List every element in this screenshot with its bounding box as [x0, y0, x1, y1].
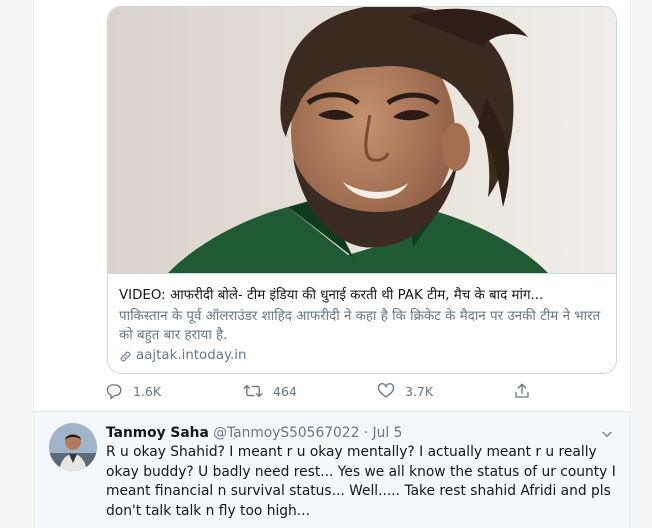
- page-background-right: [632, 0, 652, 528]
- share-button[interactable]: [513, 382, 541, 400]
- reply-text: R u okay Shahid? I meant r u okay mental…: [106, 444, 616, 519]
- card-description: पाकिस्तान के पूर्व ऑलराउंडर शाहिद आफरीदी…: [119, 309, 601, 343]
- tweet-actions: 1.6K 464 3.7K: [105, 382, 565, 406]
- like-icon: [377, 383, 395, 398]
- reply-tweet[interactable]: Tanmoy Saha @TanmoyS50567022 · Jul 5 R u…: [34, 412, 630, 528]
- reply-header: Tanmoy Saha @TanmoyS50567022 · Jul 5: [106, 424, 402, 443]
- reply-count: 1.6K: [133, 383, 162, 399]
- user-name[interactable]: Tanmoy Saha: [106, 425, 209, 441]
- link-icon: [120, 351, 131, 361]
- retweet-icon: [243, 384, 263, 398]
- reply-button[interactable]: 1.6K: [105, 382, 161, 400]
- like-button[interactable]: 3.7K: [377, 382, 433, 400]
- card-domain-text: aajtak.intoday.in: [136, 348, 247, 363]
- reply-icon: [106, 384, 122, 400]
- chevron-down-icon: [602, 431, 612, 437]
- retweet-count: 464: [273, 383, 297, 399]
- card-title: VIDEO: आफरीदी बोले- टीम इंडिया की धुनाई …: [119, 288, 544, 303]
- separator-dot: ·: [363, 425, 369, 441]
- avatar[interactable]: [49, 423, 97, 471]
- share-icon: [515, 383, 529, 398]
- card-domain: aajtak.intoday.in: [119, 347, 606, 365]
- retweet-button[interactable]: 464: [243, 382, 297, 400]
- tweet-timestamp[interactable]: Jul 5: [373, 425, 403, 441]
- page-background-left: [0, 0, 32, 528]
- like-count: 3.7K: [405, 383, 434, 399]
- user-handle[interactable]: @TanmoyS50567022: [213, 425, 359, 441]
- card-text: VIDEO: आफरीदी बोले- टीम इंडिया की धुनाई …: [108, 273, 616, 373]
- link-preview-card[interactable]: VIDEO: आफरीदी बोले- टीम इंडिया की धुनाई …: [107, 6, 617, 374]
- card-image: [108, 7, 616, 273]
